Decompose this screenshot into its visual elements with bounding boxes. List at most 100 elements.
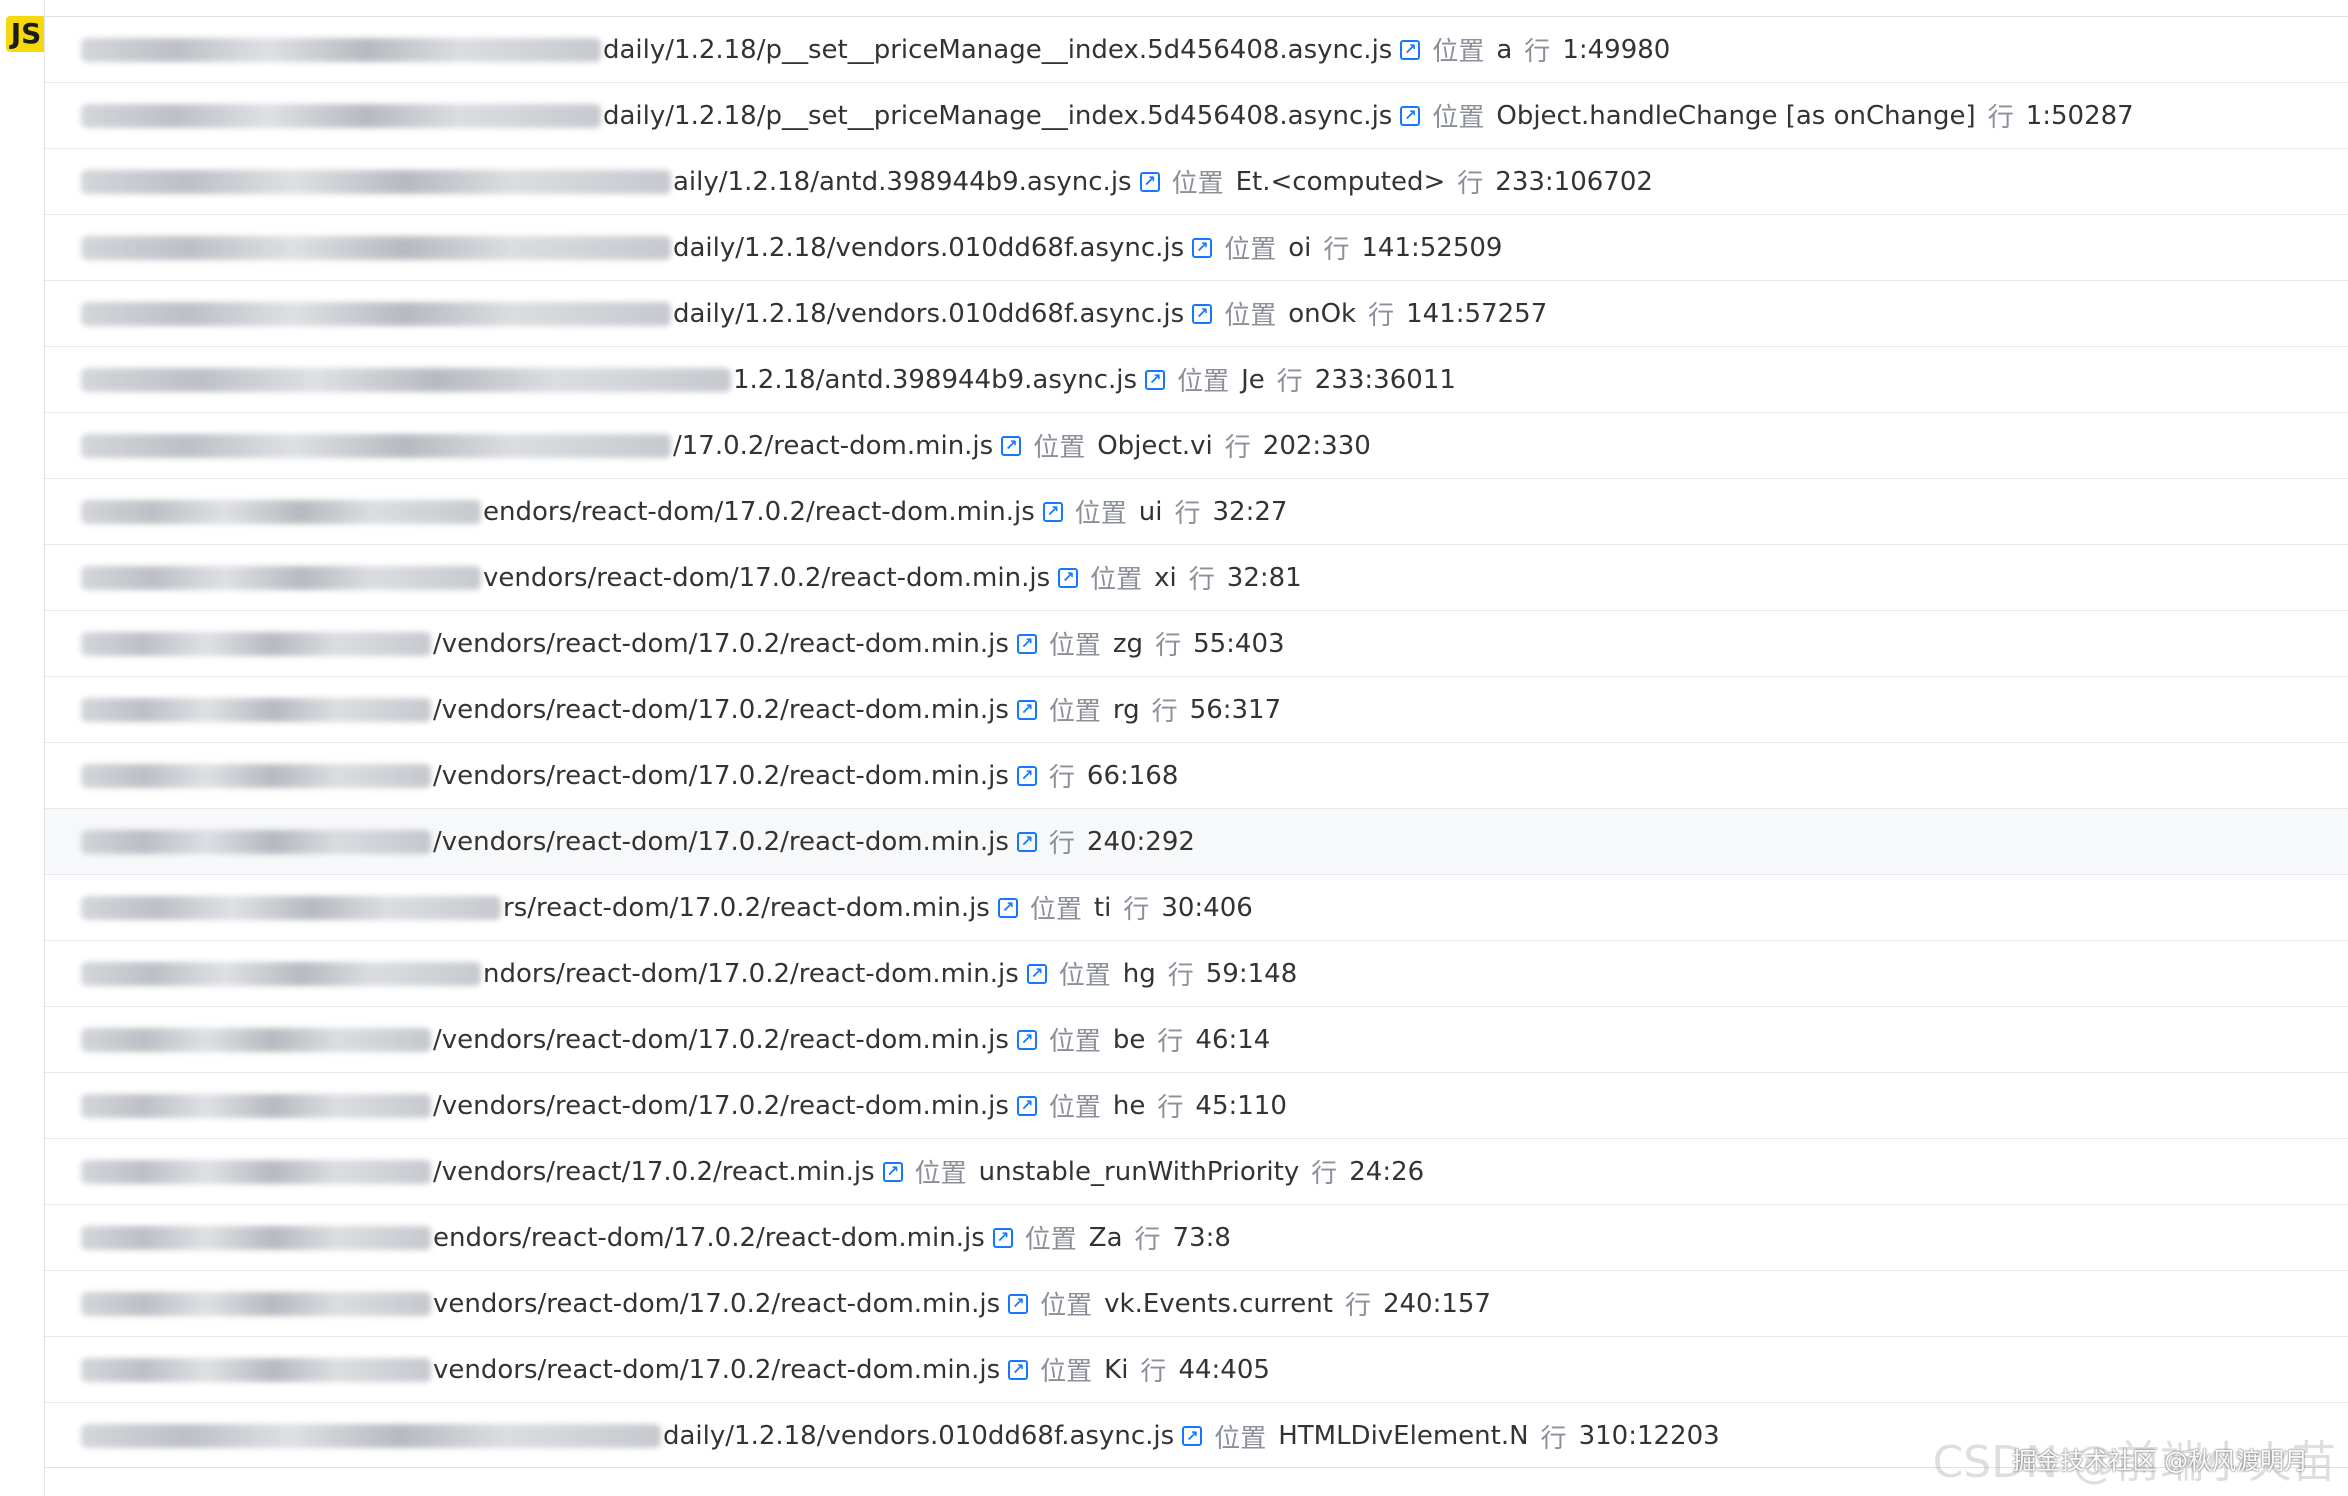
external-link-icon[interactable]: ↗ xyxy=(1139,171,1160,192)
external-link-icon[interactable]: ↗ xyxy=(1016,1029,1037,1050)
redacted-url-prefix xyxy=(81,895,501,920)
line-label: 行 xyxy=(1167,961,1194,991)
source-file-link[interactable]: daily/1.2.18/p__set__priceManage__index.… xyxy=(603,101,1392,131)
source-file-link[interactable]: /vendors/react-dom/17.0.2/react-dom.min.… xyxy=(433,1025,1009,1055)
source-file-link[interactable]: endors/react-dom/17.0.2/react-dom.min.js xyxy=(433,1223,985,1253)
source-file-link[interactable]: daily/1.2.18/vendors.010dd68f.async.js xyxy=(673,233,1184,263)
stack-frame-row[interactable]: daily/1.2.18/vendors.010dd68f.async.js ↗ 位… xyxy=(45,215,2348,281)
source-file-link[interactable]: /vendors/react-dom/17.0.2/react-dom.min.… xyxy=(433,761,1009,791)
redacted-url-prefix xyxy=(81,961,481,986)
source-file-link[interactable]: rs/react-dom/17.0.2/react-dom.min.js xyxy=(503,893,990,923)
stack-frame-row[interactable]: /17.0.2/react-dom.min.js ↗ 位置 Object.vi 行 202… xyxy=(45,413,2348,479)
function-name: zg xyxy=(1112,628,1144,659)
line-label: 行 xyxy=(1157,1093,1184,1123)
function-name: a xyxy=(1496,34,1513,65)
external-link-icon[interactable]: ↗ xyxy=(1026,963,1047,984)
external-link-icon[interactable]: ↗ xyxy=(1016,633,1037,654)
redacted-url-prefix xyxy=(81,763,431,788)
line-column: 44:405 xyxy=(1178,1354,1270,1385)
stack-frame-row[interactable]: endors/react-dom/17.0.2/react-dom.min.js… xyxy=(45,1205,2348,1271)
external-link-icon[interactable]: ↗ xyxy=(1058,567,1079,588)
source-file-link[interactable]: /vendors/react-dom/17.0.2/react-dom.min.… xyxy=(433,695,1009,725)
external-link-icon[interactable]: ↗ xyxy=(1400,39,1421,60)
source-file-link[interactable]: /vendors/react-dom/17.0.2/react-dom.min.… xyxy=(433,827,1009,857)
redacted-url-prefix xyxy=(81,1225,431,1250)
stack-frame-row[interactable]: vendors/react-dom/17.0.2/react-dom.min.j… xyxy=(45,1337,2348,1403)
stack-frame-row[interactable]: /vendors/react-dom/17.0.2/react-dom.min.… xyxy=(45,1007,2348,1073)
external-link-icon[interactable]: ↗ xyxy=(1016,699,1037,720)
external-link-icon[interactable]: ↗ xyxy=(1192,303,1213,324)
source-file-link[interactable]: daily/1.2.18/vendors.010dd68f.async.js xyxy=(663,1421,1174,1451)
line-column: 233:106702 xyxy=(1495,166,1653,197)
external-link-icon[interactable]: ↗ xyxy=(1400,105,1421,126)
stack-frame-row[interactable]: daily/1.2.18/p__set__priceManage__index.… xyxy=(45,17,2348,83)
external-link-icon[interactable]: ↗ xyxy=(1001,435,1022,456)
stack-frame-row[interactable]: /vendors/react-dom/17.0.2/react-dom.min.… xyxy=(45,677,2348,743)
external-link-icon[interactable]: ↗ xyxy=(997,897,1018,918)
source-file-link[interactable]: /17.0.2/react-dom.min.js xyxy=(673,431,993,461)
source-file-link[interactable]: /vendors/react/17.0.2/react.min.js xyxy=(433,1157,875,1187)
line-label: 行 xyxy=(1157,1027,1184,1057)
stack-frame-row[interactable]: vendors/react-dom/17.0.2/react-dom.min.j… xyxy=(45,1271,2348,1337)
stack-frame-row[interactable]: /vendors/react-dom/17.0.2/react-dom.min.… xyxy=(45,1073,2348,1139)
stack-frame-row[interactable]: aily/1.2.18/antd.398944b9.async.js ↗ 位置 Et.… xyxy=(45,149,2348,215)
line-column: 240:292 xyxy=(1086,826,1195,857)
redacted-url-prefix xyxy=(81,301,671,326)
line-label: 行 xyxy=(1155,631,1182,661)
stack-frame-row[interactable]: 1.2.18/antd.398944b9.async.js ↗ 位置 Je 行 233:3… xyxy=(45,347,2348,413)
function-name: he xyxy=(1112,1090,1146,1121)
redacted-url-prefix xyxy=(81,1027,431,1052)
source-file-link[interactable]: vendors/react-dom/17.0.2/react-dom.min.j… xyxy=(433,1289,1000,1319)
source-file-link[interactable]: aily/1.2.18/antd.398944b9.async.js xyxy=(673,167,1132,197)
stack-frame-row[interactable]: daily/1.2.18/vendors.010dd68f.async.js ↗ 位… xyxy=(45,281,2348,347)
call-stack-list: daily/1.2.18/p__set__priceManage__index.… xyxy=(44,16,2348,1468)
line-column: 1:49980 xyxy=(1562,34,1671,65)
source-file-link[interactable]: /vendors/react-dom/17.0.2/react-dom.min.… xyxy=(433,1091,1009,1121)
stack-frame-row[interactable]: daily/1.2.18/p__set__priceManage__index.… xyxy=(45,83,2348,149)
source-file-link[interactable]: daily/1.2.18/vendors.010dd68f.async.js xyxy=(673,299,1184,329)
juejin-watermark: 掘金技术社区 @秋风渡明月 xyxy=(2012,1447,2308,1475)
line-label: 行 xyxy=(1134,1225,1161,1255)
location-label: 位置 xyxy=(1040,1357,1093,1387)
line-column: 66:168 xyxy=(1086,760,1179,791)
redacted-url-prefix xyxy=(81,37,601,62)
source-file-link[interactable]: vendors/react-dom/17.0.2/react-dom.min.j… xyxy=(433,1355,1000,1385)
external-link-icon[interactable]: ↗ xyxy=(1145,369,1166,390)
stack-frame-row[interactable]: /vendors/react-dom/17.0.2/react-dom.min.… xyxy=(45,611,2348,677)
location-label: 位置 xyxy=(1171,169,1224,199)
line-label: 行 xyxy=(1368,301,1395,331)
external-link-icon[interactable]: ↗ xyxy=(1016,831,1037,852)
external-link-icon[interactable]: ↗ xyxy=(1008,1359,1029,1380)
source-file-link[interactable]: vendors/react-dom/17.0.2/react-dom.min.j… xyxy=(483,563,1050,593)
line-label: 行 xyxy=(1188,565,1215,595)
location-label: 位置 xyxy=(1177,367,1230,397)
external-link-icon[interactable]: ↗ xyxy=(1008,1293,1029,1314)
stack-frame-row[interactable]: /vendors/react/17.0.2/react.min.js ↗ 位置 uns… xyxy=(45,1139,2348,1205)
external-link-icon[interactable]: ↗ xyxy=(1192,237,1213,258)
source-file-link[interactable]: 1.2.18/antd.398944b9.async.js xyxy=(733,365,1137,395)
stack-frame-row[interactable]: endors/react-dom/17.0.2/react-dom.min.js… xyxy=(45,479,2348,545)
location-label: 位置 xyxy=(1048,697,1101,727)
redacted-url-prefix xyxy=(81,1357,431,1382)
location-label: 位置 xyxy=(1040,1291,1093,1321)
stack-frame-row[interactable]: /vendors/react-dom/17.0.2/react-dom.min.… xyxy=(45,743,2348,809)
source-file-link[interactable]: daily/1.2.18/p__set__priceManage__index.… xyxy=(603,35,1392,65)
external-link-icon[interactable]: ↗ xyxy=(1042,501,1063,522)
source-file-link[interactable]: ndors/react-dom/17.0.2/react-dom.min.js xyxy=(483,959,1019,989)
external-link-icon[interactable]: ↗ xyxy=(992,1227,1013,1248)
external-link-icon[interactable]: ↗ xyxy=(1016,765,1037,786)
external-link-icon[interactable]: ↗ xyxy=(1016,1095,1037,1116)
stack-frame-row[interactable]: rs/react-dom/17.0.2/react-dom.min.js ↗ 位置 t… xyxy=(45,875,2348,941)
function-name: xi xyxy=(1154,562,1177,593)
redacted-url-prefix xyxy=(81,1159,431,1184)
stack-frame-row[interactable]: vendors/react-dom/17.0.2/react-dom.min.j… xyxy=(45,545,2348,611)
external-link-icon[interactable]: ↗ xyxy=(1182,1426,1203,1446)
stack-frame-row[interactable]: /vendors/react-dom/17.0.2/react-dom.min.… xyxy=(45,809,2348,875)
line-column: 32:27 xyxy=(1212,496,1288,527)
source-file-link[interactable]: /vendors/react-dom/17.0.2/react-dom.min.… xyxy=(433,629,1009,659)
external-link-icon[interactable]: ↗ xyxy=(882,1161,903,1182)
stack-frame-row[interactable]: ndors/react-dom/17.0.2/react-dom.min.js ↗… xyxy=(45,941,2348,1007)
source-file-link[interactable]: endors/react-dom/17.0.2/react-dom.min.js xyxy=(483,497,1035,527)
line-column: 73:8 xyxy=(1172,1222,1231,1253)
line-column: 141:52509 xyxy=(1361,232,1503,263)
